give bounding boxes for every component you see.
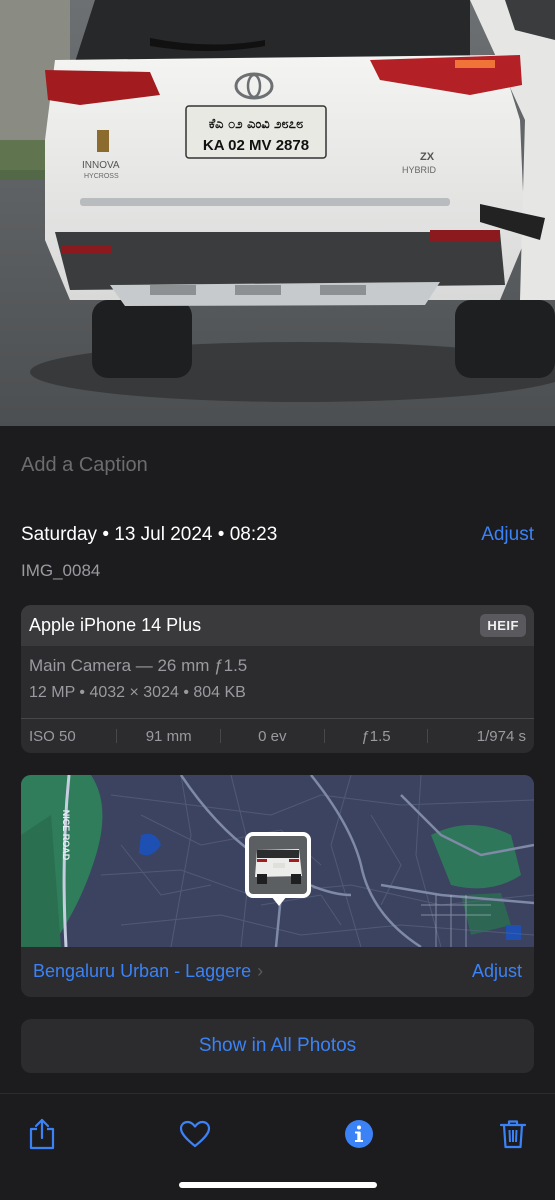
badge-hycross: HYCROSS [84,173,119,180]
badge-zx: ZX [420,151,435,163]
info-panel: Saturday • 13 Jul 2024 • 08:23 Adjust IM… [0,501,555,1093]
caption-bar [0,426,555,501]
plate-line1: ಕೆಎ ೦೨ ಎಂವಿ ೨೮೭೮ [209,117,303,132]
trash-icon [500,1120,526,1149]
thumbnail-image [249,836,307,894]
location-footer: Bengaluru Urban - Laggere › Adjust [21,947,534,997]
adjust-location-button[interactable]: Adjust [472,961,522,982]
format-badge: HEIF [480,614,526,637]
info-button[interactable] [337,1112,381,1156]
home-indicator[interactable] [179,1182,377,1188]
share-icon [29,1118,55,1150]
exif-card: Apple iPhone 14 Plus HEIF Main Camera — … [21,605,534,753]
road-label: NICE ROAD [61,810,71,861]
date-time: Saturday • 13 Jul 2024 • 08:23 [21,524,278,545]
location-card: NICE ROAD Bengaluru Urban - Laggere › Ad… [21,775,534,997]
device-name: Apple iPhone 14 Plus [29,615,202,635]
bottom-toolbar [0,1093,555,1200]
image-specs: 12 MP • 4032 × 3024 • 804 KB [29,684,246,701]
car-photo: ಕೆಎ ೦೨ ಎಂವಿ ೨೮೭೮ KA 02 MV 2878 INNOVA HY… [0,0,555,426]
badge-hybrid: HYBRID [402,165,437,175]
location-map[interactable]: NICE ROAD [21,775,534,947]
share-button[interactable] [20,1112,64,1156]
plate-line2: KA 02 MV 2878 [203,137,309,154]
date-row: Saturday • 13 Jul 2024 • 08:23 Adjust [21,524,534,550]
delete-button[interactable] [491,1112,535,1156]
heart-icon [179,1120,211,1148]
info-icon [345,1120,373,1148]
show-in-all-photos-button[interactable]: Show in All Photos [21,1019,534,1073]
caption-input[interactable] [21,452,521,478]
location-name: Bengaluru Urban - Laggere [33,961,252,981]
filename: IMG_0084 [21,561,101,580]
chevron-right-icon: › [257,961,264,981]
map-pin-pointer [271,896,287,906]
location-link[interactable]: Bengaluru Urban - Laggere › [33,961,263,982]
aperture-value: ƒ1.5 [361,727,391,745]
adjust-date-button[interactable]: Adjust [481,524,534,546]
exif-values-row: ISO 50 91 mm 0 ev ƒ1.5 1/974 s [21,719,534,753]
shutter-speed-value: 1/974 s [476,727,526,745]
lens-info: Main Camera — 26 mm ƒ1.5 [29,656,248,675]
iso-value: ISO 50 [29,727,76,745]
favorite-button[interactable] [173,1112,217,1156]
badge-innova: INNOVA [82,160,120,171]
photo-viewer[interactable]: ಕೆಎ ೦೨ ಎಂವಿ ೨೮೭೮ KA 02 MV 2878 INNOVA HY… [0,0,555,426]
focal-length-value: 91 mm [145,727,192,745]
exif-header: Apple iPhone 14 Plus HEIF [21,605,534,646]
map-pin-thumbnail[interactable] [245,832,311,898]
exposure-value: 0 ev [258,727,287,745]
